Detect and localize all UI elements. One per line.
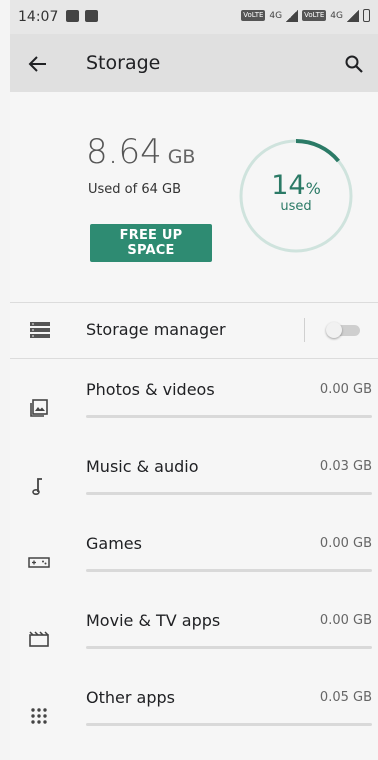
music-note-icon xyxy=(32,478,42,496)
arrow-back-icon xyxy=(28,56,46,72)
toggle-thumb xyxy=(326,322,342,338)
storage-manager-toggle[interactable] xyxy=(326,322,360,338)
category-size: 0.00 GB xyxy=(319,382,372,397)
network-type-1: 4G xyxy=(269,10,283,21)
used-of-total: Used of 64 GB xyxy=(88,182,181,197)
category-label: Other apps xyxy=(86,688,175,707)
storage-manager-label: Storage manager xyxy=(86,320,226,339)
category-row-photos[interactable]: Photos & videos 0.00 GB xyxy=(10,373,378,450)
apps-grid-icon xyxy=(31,708,47,724)
status-time: 14:07 xyxy=(18,9,59,25)
used-amount: 8.64 GB xyxy=(86,132,195,172)
search-icon xyxy=(345,55,363,73)
volte-badge: VoLTE xyxy=(241,10,266,21)
screen: 14:07 VoLTE 4G VoLTE 4G Storage 8.64 GB … xyxy=(10,0,378,760)
used-value: 8.64 xyxy=(86,132,162,172)
category-progress-bar xyxy=(86,646,372,649)
category-progress-bar xyxy=(86,415,372,418)
category-row-music[interactable]: Music & audio 0.03 GB xyxy=(10,450,378,527)
category-size: 0.03 GB xyxy=(319,459,372,474)
category-size: 0.05 GB xyxy=(319,690,372,705)
usage-percent-block: 14% used xyxy=(238,170,354,214)
category-label: Games xyxy=(86,534,142,553)
category-label: Music & audio xyxy=(86,457,199,476)
status-bar: 14:07 VoLTE 4G VoLTE 4G xyxy=(10,0,378,34)
volte-badge-2: VoLTE xyxy=(302,10,327,21)
page-title: Storage xyxy=(86,52,161,74)
category-row-games[interactable]: Games 0.00 GB xyxy=(10,527,378,604)
category-progress-bar xyxy=(86,492,372,495)
back-button[interactable] xyxy=(24,50,52,78)
battery-icon xyxy=(363,9,370,22)
free-up-space-button[interactable]: FREE UP SPACE xyxy=(90,224,212,262)
app-bar: Storage xyxy=(10,34,378,92)
storage-manager-row[interactable]: Storage manager xyxy=(10,302,378,358)
signal-icon xyxy=(286,9,299,22)
image-notification-icon xyxy=(66,10,79,22)
category-progress-bar xyxy=(86,569,372,572)
gamepad-icon xyxy=(28,557,50,568)
category-label: Photos & videos xyxy=(86,380,215,399)
storage-summary: 8.64 GB Used of 64 GB FREE UP SPACE 14% … xyxy=(10,92,378,302)
network-type-2: 4G xyxy=(330,10,343,21)
search-button[interactable] xyxy=(340,50,368,78)
category-size: 0.00 GB xyxy=(319,536,372,551)
divider-vertical xyxy=(304,318,305,342)
category-progress-bar xyxy=(86,723,372,726)
storage-manager-icon xyxy=(30,322,50,338)
movie-icon xyxy=(29,631,49,647)
usage-percent-value: 14 xyxy=(271,170,306,201)
usage-percent-sign: % xyxy=(305,179,321,198)
divider xyxy=(10,358,378,359)
category-row-other-apps[interactable]: Other apps 0.05 GB xyxy=(10,681,378,758)
used-unit: GB xyxy=(167,146,196,168)
category-row-movies[interactable]: Movie & TV apps 0.00 GB xyxy=(10,604,378,681)
sim-notification-icon xyxy=(85,10,98,22)
photos-icon xyxy=(30,399,48,417)
signal-icon-2 xyxy=(347,9,359,22)
usage-percent-caption: used xyxy=(280,199,312,214)
category-size: 0.00 GB xyxy=(319,613,372,628)
category-label: Movie & TV apps xyxy=(86,611,221,630)
